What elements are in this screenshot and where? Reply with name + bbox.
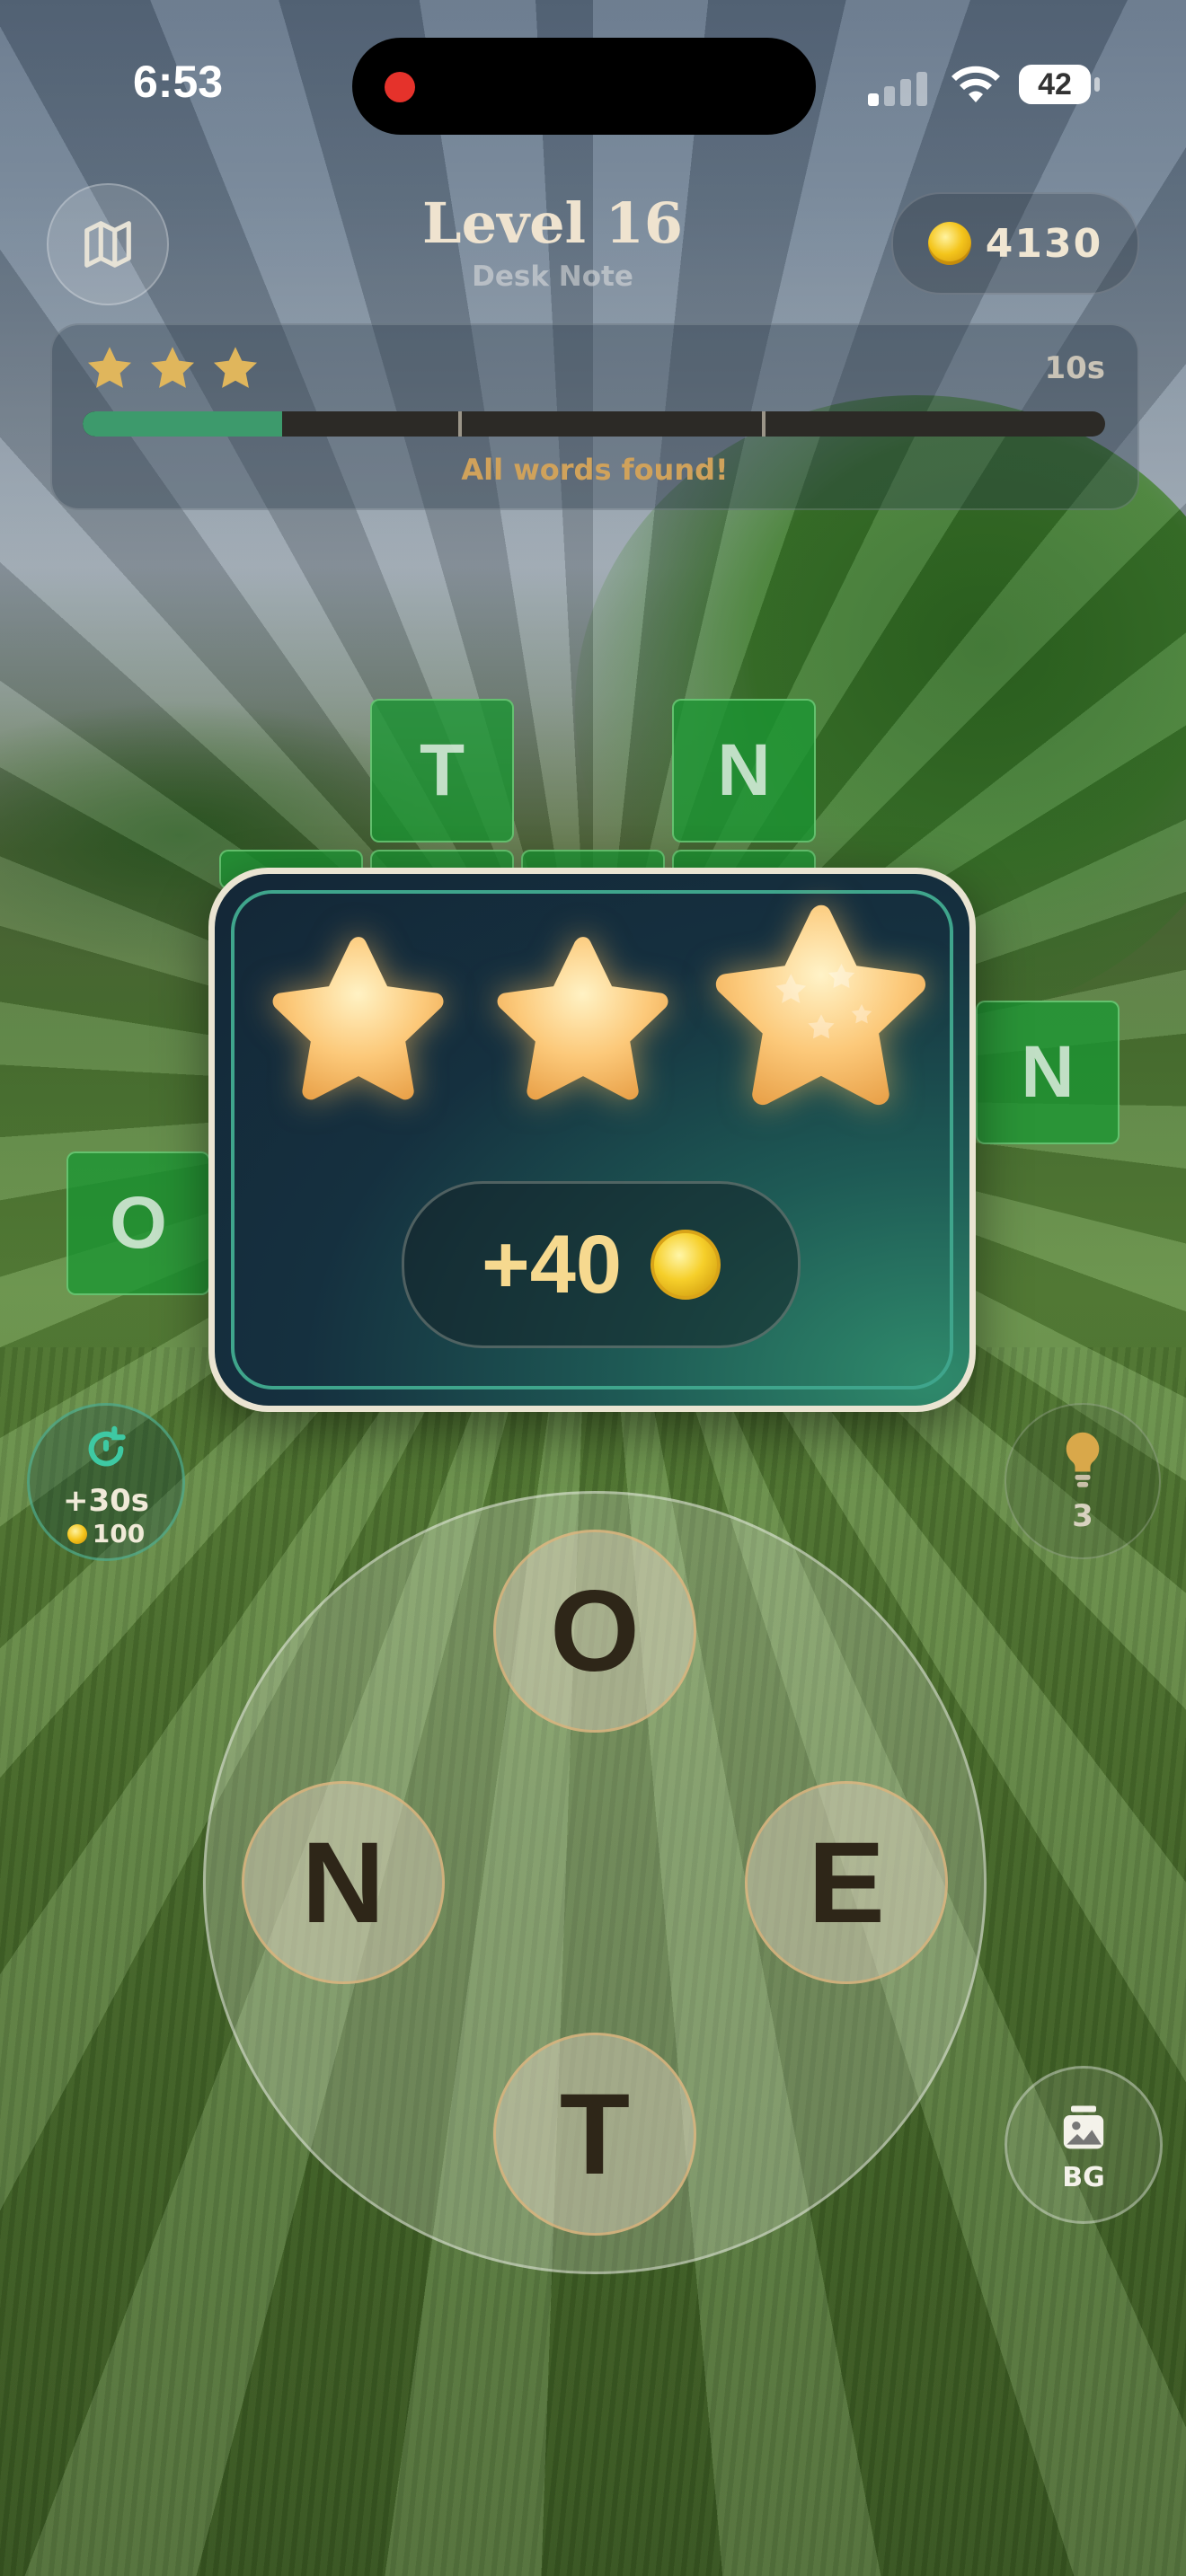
board-tile: T xyxy=(370,699,514,842)
coin-count: 4130 xyxy=(985,220,1103,267)
map-icon xyxy=(84,221,131,268)
star-icon xyxy=(213,347,258,388)
star-icon xyxy=(497,937,668,1100)
modal-body: +40 xyxy=(215,874,969,1406)
progress-milestone xyxy=(458,411,462,437)
coin-icon xyxy=(66,1523,87,1544)
change-background-button[interactable]: BG xyxy=(1005,2066,1163,2224)
map-button[interactable] xyxy=(47,183,169,305)
timer-refresh-icon xyxy=(88,1425,126,1467)
add-time-cost-value: 100 xyxy=(92,1519,146,1548)
level-subtitle: Desk Note xyxy=(472,260,633,293)
status-time: 6:53 xyxy=(133,57,224,107)
board-tile: O xyxy=(66,1151,210,1295)
letter-key[interactable]: E xyxy=(745,1781,948,1984)
progress-stars xyxy=(84,343,261,393)
reward-amount: +40 xyxy=(481,1218,623,1310)
progress-panel: 10s All words found! xyxy=(50,323,1139,510)
dynamic-island xyxy=(352,38,816,135)
level-title: Level 16 xyxy=(422,190,683,256)
image-icon xyxy=(1063,2105,1104,2149)
add-time-cost: 100 xyxy=(30,1519,182,1548)
board-tile: N xyxy=(976,1001,1120,1144)
letter-key[interactable]: O xyxy=(493,1530,696,1733)
time-remaining: 10s xyxy=(1044,350,1105,386)
recording-indicator-icon xyxy=(385,72,415,102)
status-message: All words found! xyxy=(461,453,729,487)
letter-wheel: O N E T xyxy=(203,1491,987,2274)
progress-bar xyxy=(83,411,1105,437)
reward-pill: +40 xyxy=(402,1181,801,1348)
coin-balance[interactable]: 4130 xyxy=(891,192,1139,295)
hint-count: 3 xyxy=(1072,1498,1093,1534)
star-icon xyxy=(272,937,444,1100)
status-bar: 6:53 42 xyxy=(0,0,1186,171)
letter-key[interactable]: T xyxy=(493,2033,696,2236)
hint-button[interactable]: 3 xyxy=(1005,1403,1161,1559)
star-icon xyxy=(87,347,132,388)
progress-milestone xyxy=(762,411,766,437)
coin-icon xyxy=(927,222,971,265)
progress-fill xyxy=(83,411,282,437)
star-icon xyxy=(715,904,926,1106)
wifi-icon xyxy=(951,66,1000,102)
add-time-label: +30s xyxy=(62,1483,150,1519)
battery-indicator: 42 xyxy=(1019,65,1100,104)
star-icon xyxy=(150,347,195,388)
cellular-signal-icon xyxy=(868,65,931,106)
coin-icon xyxy=(651,1230,721,1300)
background-label: BG xyxy=(1062,2162,1105,2193)
add-time-button[interactable]: +30s 100 xyxy=(27,1403,185,1561)
board-tile: N xyxy=(672,699,816,842)
level-complete-modal: +40 xyxy=(208,868,976,1412)
lightbulb-icon xyxy=(1066,1432,1100,1487)
letter-key[interactable]: N xyxy=(242,1781,445,1984)
